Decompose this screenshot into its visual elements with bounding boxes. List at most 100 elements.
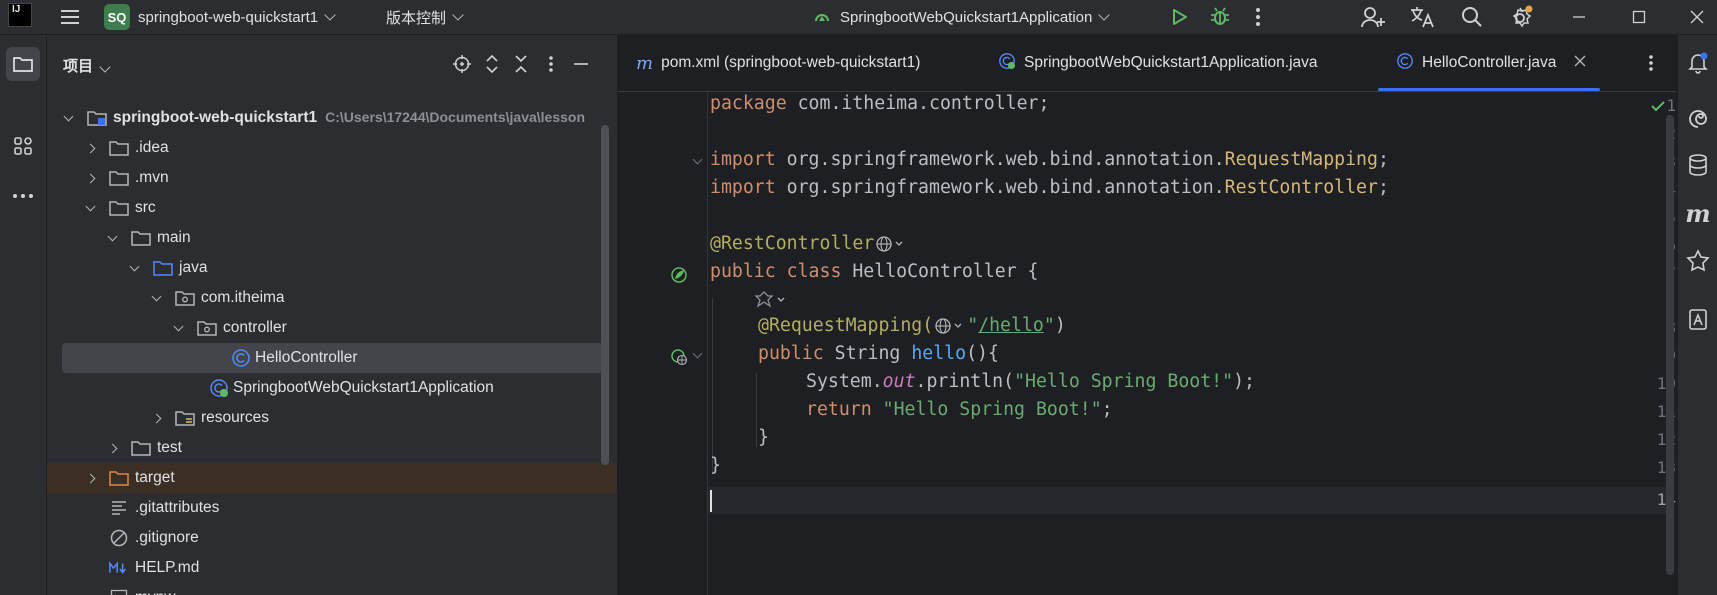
- class-icon: [231, 348, 251, 368]
- tree-item-resources[interactable]: resources: [47, 403, 617, 433]
- text-file-icon: [109, 498, 129, 518]
- structure-icon[interactable]: [6, 129, 40, 163]
- add-user-icon[interactable]: [1360, 0, 1386, 34]
- run-config-label: SpringbootWebQuickstart1Application: [840, 8, 1093, 26]
- folder-icon: [109, 138, 129, 158]
- close-icon[interactable]: [1690, 0, 1704, 34]
- chevron-right-icon[interactable]: [85, 473, 95, 483]
- expand-all-icon[interactable]: [481, 53, 503, 75]
- run-config-selector[interactable]: SpringbootWebQuickstart1Application: [810, 0, 1111, 34]
- chevron-down-icon[interactable]: [63, 111, 73, 121]
- ai-assistant-spiral-icon[interactable]: [1682, 103, 1714, 135]
- translate-icon[interactable]: [1409, 0, 1435, 34]
- tree-item-hello-controller[interactable]: HelloController: [47, 343, 617, 373]
- tab-pom-xml[interactable]: m pom.xml (springboot-web-quickstart1): [636, 35, 920, 91]
- more-vertical-icon[interactable]: [1255, 0, 1261, 34]
- code-line-9: public String hello(){: [758, 343, 999, 364]
- markdown-file-icon: [109, 558, 129, 578]
- hide-panel-icon[interactable]: [570, 53, 592, 75]
- tree-item-application[interactable]: SpringbootWebQuickstart1Application: [47, 373, 617, 403]
- text-caret: [710, 490, 712, 512]
- code-vision-inlay[interactable]: [754, 289, 790, 310]
- collapse-all-icon[interactable]: [510, 53, 532, 75]
- tree-item-idea[interactable]: .idea: [47, 133, 617, 163]
- more-tools-icon[interactable]: [6, 179, 40, 213]
- chevron-down-icon: [99, 61, 111, 73]
- options-vertical-icon[interactable]: [540, 53, 562, 75]
- tab-hello-controller-java[interactable]: HelloController.java: [1378, 35, 1601, 91]
- class-icon: [1396, 52, 1414, 75]
- tree-item-help-md[interactable]: HELP.md: [47, 553, 617, 583]
- vcs-menu[interactable]: 版本控制: [386, 0, 464, 34]
- chevron-right-icon[interactable]: [85, 173, 95, 183]
- settings-gear-icon[interactable]: [1508, 0, 1534, 34]
- maven-tool-icon[interactable]: m: [1682, 197, 1714, 229]
- chevron-right-icon[interactable]: [151, 413, 161, 423]
- request-mapping-gutter-icon[interactable]: [670, 348, 688, 370]
- no-problems-checkmark-icon[interactable]: [1650, 99, 1666, 117]
- tab-application-java[interactable]: SpringbootWebQuickstart1Application.java: [998, 35, 1318, 91]
- translate-panel-icon[interactable]: [1682, 303, 1714, 335]
- editor-scrollbar[interactable]: [1666, 115, 1674, 575]
- tree-item-gitattributes[interactable]: .gitattributes: [47, 493, 617, 523]
- debug-icon[interactable]: [1209, 0, 1231, 34]
- project-switcher[interactable]: SQ springboot-web-quickstart1: [104, 0, 336, 34]
- spring-bean-gutter-icon[interactable]: [670, 266, 688, 288]
- minimize-icon[interactable]: [1572, 0, 1586, 34]
- chevron-down-icon[interactable]: [129, 261, 139, 271]
- chevron-down-icon[interactable]: [85, 201, 95, 211]
- main-menu-icon[interactable]: [58, 0, 82, 34]
- tree-item-main[interactable]: main: [47, 223, 617, 253]
- code-line-12: }: [758, 427, 769, 448]
- tree-item-test[interactable]: test: [47, 433, 617, 463]
- tree-item-target[interactable]: target: [47, 463, 617, 493]
- chevron-down-icon[interactable]: [151, 291, 161, 301]
- tree-item-com-itheima[interactable]: com.itheima: [47, 283, 617, 313]
- ai-star-icon[interactable]: [1682, 245, 1714, 277]
- search-icon[interactable]: [1460, 0, 1484, 34]
- locate-file-icon[interactable]: [451, 53, 473, 75]
- notifications-bell-icon[interactable]: [1682, 47, 1714, 79]
- project-name: springboot-web-quickstart1: [138, 8, 319, 26]
- package-icon: [175, 288, 195, 308]
- intellij-logo-icon[interactable]: IJ: [8, 3, 32, 27]
- resources-folder-icon: [175, 408, 195, 428]
- chevron-down-icon[interactable]: [107, 231, 117, 241]
- tree-item-project-root[interactable]: springboot-web-quickstart1 C:\Users\17244…: [47, 103, 617, 133]
- chevron-down-icon: [1098, 9, 1111, 21]
- code-line-8: @RequestMapping("/hello"): [758, 315, 1066, 336]
- code-line-3: import org.springframework.web.bind.anno…: [710, 149, 1389, 170]
- tab-options-icon[interactable]: [1648, 35, 1654, 91]
- web-endpoint-inlay-icon[interactable]: [874, 234, 908, 254]
- chevron-right-icon[interactable]: [85, 143, 95, 153]
- web-endpoint-inlay-icon[interactable]: [933, 316, 967, 336]
- tree-item-gitignore[interactable]: .gitignore: [47, 523, 617, 553]
- project-tool-folder-icon[interactable]: [6, 47, 40, 81]
- tree-item-mvn[interactable]: .mvn: [47, 163, 617, 193]
- ai-assistant-inlay-icon[interactable]: [754, 290, 790, 310]
- excluded-folder-icon: [109, 468, 129, 488]
- close-tab-icon[interactable]: [1574, 54, 1586, 72]
- fold-marker-icon[interactable]: [692, 348, 703, 359]
- tree-item-mvnw[interactable]: mvnw: [47, 583, 617, 595]
- maximize-icon[interactable]: [1632, 0, 1646, 34]
- folder-icon: [109, 198, 129, 218]
- fold-marker-icon[interactable]: [692, 154, 703, 165]
- project-scrollbar[interactable]: [601, 125, 609, 465]
- project-panel-header: 项目: [47, 35, 617, 95]
- run-icon[interactable]: [1168, 0, 1190, 34]
- tree-item-java[interactable]: java: [47, 253, 617, 283]
- left-tool-strip: [0, 35, 47, 595]
- active-tab-indicator: [1378, 88, 1601, 91]
- chevron-right-icon[interactable]: [107, 443, 117, 453]
- project-panel-title[interactable]: 项目: [63, 55, 111, 76]
- chevron-down-icon: [324, 9, 336, 21]
- tree-item-controller[interactable]: controller: [47, 313, 617, 343]
- chevron-down-icon[interactable]: [173, 321, 183, 331]
- spring-boot-class-icon: [209, 378, 229, 398]
- editor-panel: m pom.xml (springboot-web-quickstart1) S…: [618, 35, 1676, 595]
- code-line-10: System.out.println("Hello Spring Boot!")…: [806, 371, 1255, 392]
- folder-icon: [131, 228, 151, 248]
- database-icon[interactable]: [1682, 149, 1714, 181]
- tree-item-src[interactable]: src: [47, 193, 617, 223]
